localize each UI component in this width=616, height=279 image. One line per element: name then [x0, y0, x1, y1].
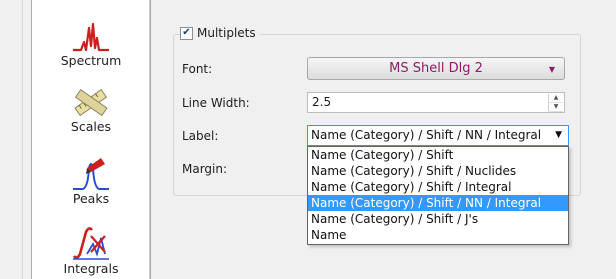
dropdown-option[interactable]: Name — [308, 227, 568, 243]
font-select-value: MS Shell Dlg 2 — [389, 61, 483, 76]
sidebar-item-label: Spectrum — [60, 53, 122, 68]
spin-up-icon[interactable]: ▲ — [549, 94, 563, 103]
spin-down-icon[interactable]: ▼ — [549, 103, 563, 112]
spectrum-icon — [73, 22, 109, 52]
line-width-value: 2.5 — [312, 95, 332, 109]
chevron-down-icon: ▼ — [555, 130, 562, 140]
dropdown-option[interactable]: Name (Category) / Shift / J's — [308, 211, 568, 227]
label-label: Label: — [182, 129, 219, 143]
multiplets-checkbox[interactable]: ✔ — [180, 26, 193, 40]
label-select-value: Name (Category) / Shift / NN / Integral — [311, 128, 542, 142]
sidebar-item-scales[interactable]: Scales — [32, 86, 150, 134]
sidebar-item-spectrum[interactable]: Spectrum — [32, 20, 150, 68]
font-select[interactable]: MS Shell Dlg 2 ▼ — [307, 57, 565, 80]
label-select[interactable]: Name (Category) / Shift / NN / Integral … — [307, 125, 569, 146]
dropdown-option-selected[interactable]: Name (Category) / Shift / NN / Integral — [308, 195, 568, 211]
divider — [149, 0, 150, 279]
multiplets-group-title: ✔ Multiplets — [180, 24, 260, 42]
line-width-spinbox[interactable]: 2.5 ▲ ▼ — [307, 92, 565, 113]
peaks-icon — [73, 158, 109, 190]
sidebar: Spectrum Scales Peaks Integrals — [31, 0, 151, 279]
sidebar-item-peaks[interactable]: Peaks — [32, 156, 150, 206]
dropdown-option[interactable]: Name (Category) / Shift / Nuclides — [308, 163, 568, 179]
spin-buttons: ▲ ▼ — [548, 94, 563, 112]
sidebar-item-integrals[interactable]: Integrals — [32, 226, 150, 276]
line-width-label: Line Width: — [182, 96, 250, 110]
font-label: Font: — [182, 62, 213, 76]
margin-label: Margin: — [182, 162, 228, 176]
integrals-icon — [72, 227, 109, 260]
chevron-down-icon: ▼ — [548, 65, 555, 74]
ruler-icon — [74, 89, 108, 117]
sidebar-item-label: Integrals — [63, 261, 119, 276]
multiplets-checkbox-label[interactable]: Multiplets — [197, 26, 256, 40]
label-dropdown-list: Name (Category) / Shift Name (Category) … — [307, 146, 569, 245]
sidebar-item-label: Peaks — [72, 191, 110, 206]
sidebar-item-label: Scales — [70, 119, 112, 134]
dropdown-option[interactable]: Name (Category) / Shift — [308, 147, 568, 163]
dropdown-option[interactable]: Name (Category) / Shift / Integral — [308, 179, 568, 195]
left-panel-edge — [0, 0, 23, 279]
